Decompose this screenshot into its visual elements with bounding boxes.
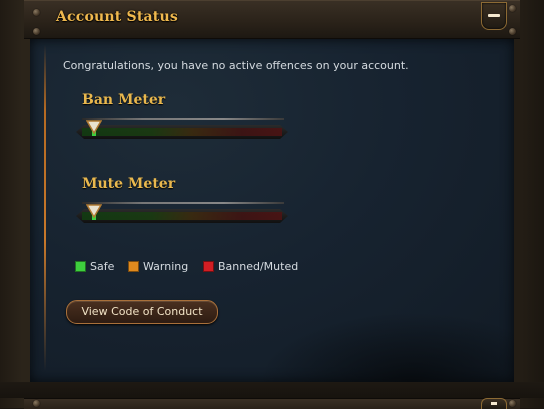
- rivet-icon: [33, 28, 40, 35]
- ban-meter: [76, 118, 288, 140]
- legend-safe-label: Safe: [90, 260, 115, 273]
- minus-icon: [488, 14, 500, 17]
- down-triangle-icon: [86, 120, 102, 134]
- meter-top-rail: [82, 118, 284, 120]
- meter-gradient: [82, 128, 282, 136]
- view-code-of-conduct-button[interactable]: View Code of Conduct: [66, 300, 218, 324]
- safe-swatch: [75, 261, 86, 272]
- ban-meter-title: Ban Meter: [82, 92, 166, 108]
- side-divider: [44, 45, 46, 371]
- banned-swatch: [203, 261, 214, 272]
- status-message: Congratulations, you have no active offe…: [63, 59, 409, 72]
- minus-icon: [491, 402, 497, 405]
- down-triangle-icon: [86, 204, 102, 218]
- rivet-icon: [33, 9, 40, 16]
- legend-banned-label: Banned/Muted: [218, 260, 299, 273]
- expand-button[interactable]: [481, 398, 507, 409]
- warning-swatch: [128, 261, 139, 272]
- mute-meter: [76, 202, 288, 224]
- rivet-icon: [509, 28, 516, 35]
- legend-warning-label: Warning: [143, 260, 189, 273]
- bottom-divider: [0, 382, 544, 398]
- meter-gradient: [82, 212, 282, 220]
- panel-title: Account Status: [56, 9, 178, 25]
- rivet-icon: [33, 400, 40, 407]
- grunge-texture: [258, 312, 514, 382]
- mute-meter-title: Mute Meter: [82, 176, 176, 192]
- collapse-button[interactable]: [481, 2, 507, 30]
- next-panel-bar: [24, 398, 520, 409]
- meter-top-rail: [82, 202, 284, 204]
- rivet-icon: [509, 5, 516, 12]
- rivet-icon: [509, 400, 516, 407]
